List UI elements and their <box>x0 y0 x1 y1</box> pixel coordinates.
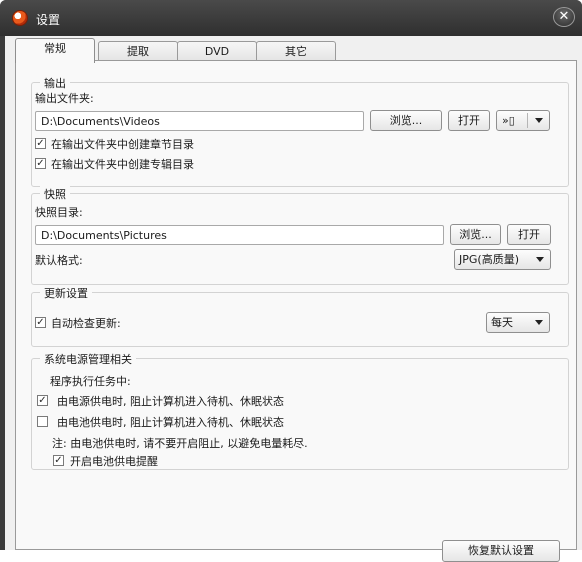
create-chapter-dir-checkbox[interactable]: ✓ <box>35 138 46 149</box>
update-legend: 更新设置 <box>40 285 92 301</box>
create-chapter-dir-label: 在输出文件夹中创建章节目录 <box>51 138 194 151</box>
create-album-dir-checkbox[interactable]: ✓ <box>35 158 46 169</box>
battery-prevent-sleep-checkbox[interactable] <box>37 416 48 427</box>
window-title: 设置 <box>36 13 61 27</box>
title-bar[interactable]: 设置 ✕ <box>0 0 582 36</box>
battery-reminder-checkbox[interactable]: ✓ <box>53 455 64 466</box>
output-extra-icon: »▯ <box>502 114 515 127</box>
chevron-down-icon <box>536 257 544 262</box>
check-icon: ✓ <box>36 158 45 169</box>
update-group: 更新设置 ✓ 自动检查更新: 每天 <box>31 285 569 347</box>
chevron-down-icon <box>535 118 543 123</box>
tab-panel-general: 输出 输出文件夹: D:\Documents\Videos 浏览... 打开 »… <box>15 60 577 562</box>
restore-defaults-button[interactable]: 恢复默认设置 <box>442 540 560 562</box>
output-folder-input[interactable]: D:\Documents\Videos <box>35 111 364 131</box>
power-during-task-label: 程序执行任务中: <box>50 375 131 388</box>
battery-reminder-label: 开启电池供电提醒 <box>70 455 158 468</box>
ac-prevent-sleep-checkbox[interactable]: ✓ <box>37 395 48 406</box>
chevron-down-icon <box>535 320 543 325</box>
ac-prevent-sleep-label: 由电源供电时, 阻止计算机进入待机、休眠状态 <box>57 395 284 408</box>
snapshot-format-label: 默认格式: <box>35 254 83 267</box>
snapshot-browse-button[interactable]: 浏览... <box>450 224 501 245</box>
output-folder-label: 输出文件夹: <box>35 92 94 105</box>
check-icon: ✓ <box>36 317 45 328</box>
output-open-button[interactable]: 打开 <box>448 110 490 131</box>
snapshot-group: 快照 快照目录: D:\Documents\Pictures 浏览... 打开 … <box>31 186 569 285</box>
split-divider <box>527 113 528 128</box>
snapshot-format-select[interactable]: JPG(高质量) <box>454 249 551 270</box>
output-group: 输出 输出文件夹: D:\Documents\Videos 浏览... 打开 »… <box>31 75 569 187</box>
power-legend: 系统电源管理相关 <box>40 351 136 367</box>
dialog-client-area: 常规 提取 DVD 其它 输出 输出文件夹: D:\Documents\Vide… <box>5 36 582 562</box>
app-logo-icon <box>12 10 28 26</box>
check-icon: ✓ <box>38 395 47 406</box>
battery-note-text: 注: 由电池供电时, 请不要开启阻止, 以避免电量耗尽. <box>52 437 308 450</box>
check-icon: ✓ <box>54 455 63 466</box>
auto-check-update-label: 自动检查更新: <box>51 317 121 330</box>
snapshot-format-value: JPG(高质量) <box>459 253 519 266</box>
snapshot-open-button[interactable]: 打开 <box>507 224 551 245</box>
output-browse-button[interactable]: 浏览... <box>370 110 442 131</box>
output-legend: 输出 <box>40 75 70 91</box>
snapshot-dir-label: 快照目录: <box>35 206 83 219</box>
update-frequency-value: 每天 <box>491 316 513 329</box>
snapshot-legend: 快照 <box>40 186 70 202</box>
battery-prevent-sleep-label: 由电池供电时, 阻止计算机进入待机、休眠状态 <box>57 416 284 429</box>
snapshot-dir-input[interactable]: D:\Documents\Pictures <box>35 225 444 245</box>
check-icon: ✓ <box>36 138 45 149</box>
settings-window: 设置 ✕ 常规 提取 DVD 其它 输出 输出文件夹: D:\Documents… <box>0 0 582 562</box>
output-more-split-button[interactable]: »▯ <box>496 110 550 131</box>
create-album-dir-label: 在输出文件夹中创建专辑目录 <box>51 158 194 171</box>
close-button[interactable]: ✕ <box>553 7 575 27</box>
auto-check-update-checkbox[interactable]: ✓ <box>35 317 46 328</box>
close-icon: ✕ <box>558 9 570 24</box>
power-group: 系统电源管理相关 程序执行任务中: ✓ 由电源供电时, 阻止计算机进入待机、休眠… <box>31 351 569 470</box>
update-frequency-select[interactable]: 每天 <box>486 312 550 333</box>
tab-general[interactable]: 常规 <box>15 38 95 63</box>
